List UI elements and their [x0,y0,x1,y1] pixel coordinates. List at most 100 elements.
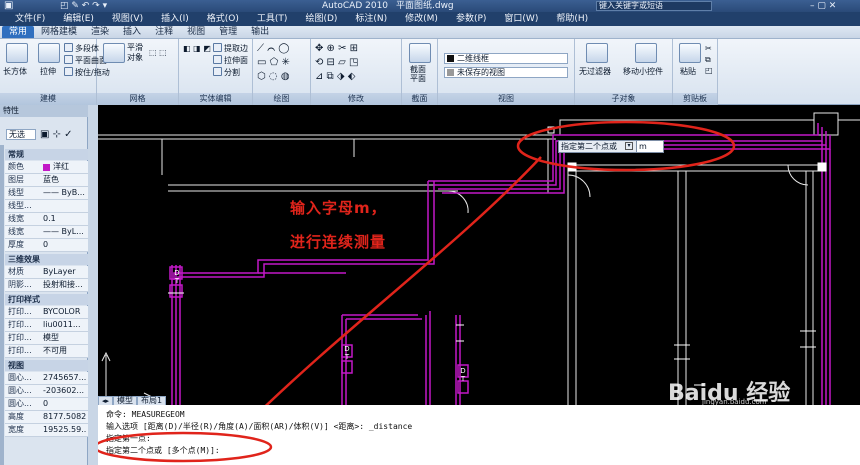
menu-item[interactable]: 格式(O) [198,12,248,26]
panel-label: 绘图 [253,93,310,105]
property-row[interactable]: 高度 8177.5082 [5,411,88,424]
property-row[interactable]: 圆心... 2745657... [5,372,88,385]
property-row[interactable]: 圆心... -203602... [5,385,88,398]
property-row[interactable]: 线宽 0.1 [5,213,88,226]
draw-tools-icons-3[interactable]: ⬡ ◌ ◍ [257,71,290,82]
property-row[interactable]: 圆心... 0 [5,398,88,411]
named-view-select[interactable]: 未保存的视图 [444,67,568,78]
ribbon-tab[interactable]: 常用 [2,26,35,38]
property-row[interactable]: 颜色 洋红 [5,161,88,174]
visual-style-select[interactable]: 二维线框 [444,53,568,64]
property-row[interactable]: 阴影... 投射和接... [5,279,88,292]
highlight-ellipse [98,431,273,463]
menu-item[interactable]: 编辑(E) [54,12,103,26]
window-controls[interactable]: – ▢ ✕ [810,0,836,12]
section-header[interactable]: 常规 [5,149,88,160]
menu-item[interactable]: 绘图(D) [296,12,346,26]
menu-item[interactable]: 参数(P) [447,12,495,26]
section-plane-button[interactable]: 截面平面 [410,65,432,83]
ribbon-tab[interactable]: 视图 [180,26,212,38]
draw-tools-icons[interactable]: ⟋ ⌒ ◯ [257,43,289,54]
ribbon-tab[interactable]: 渲染 [84,26,116,38]
cut-copy-icons[interactable]: ✂ ⧉ ◰ [705,43,713,76]
property-row[interactable]: 打印... BYCOLOR [5,306,88,319]
section-header[interactable]: 三维效果 [5,254,88,265]
property-key: 宽度 [8,425,24,434]
ribbon-tab[interactable]: 网格建模 [34,26,84,38]
property-value: —— ByL... [43,227,84,236]
extrude-button[interactable]: 拉伸 [40,66,56,77]
ribbon-tab[interactable]: 输出 [244,26,276,38]
solid-edit-icons[interactable]: ◧ ◨ ◩ [183,43,211,54]
property-value: 0.1 [43,214,56,223]
modify-tools-icons-2[interactable]: ⟲ ⊟ ▱ ◳ [315,57,358,68]
no-filter-button[interactable]: 无过滤器 [579,66,611,77]
menu-item[interactable]: 窗口(W) [495,12,547,26]
section-plane-icon[interactable] [409,43,431,63]
property-row[interactable]: 线宽 —— ByL... [5,226,88,239]
panel-mesh: 平滑对象 ⬚ ⬚ 网格 [97,39,179,105]
selection-dropdown[interactable]: 无选 [6,129,36,140]
property-value: 8177.5082 [43,412,87,421]
property-value: 蓝色 [43,175,59,184]
smooth-icon[interactable] [103,43,125,63]
drawing-canvas[interactable]: 指定第二个点或 ▾ m 输入字母m， 进行连续测量 D T D T D T Ba… [98,105,860,424]
property-row[interactable]: 线型... [5,200,88,213]
menu-item[interactable]: 文件(F) [6,12,54,26]
ribbon-tab[interactable]: 插入 [116,26,148,38]
quick-access-icons[interactable]: ◰ ✎ ↶ ↷ ▾ [60,0,107,12]
menu-item[interactable]: 视图(V) [103,12,152,26]
property-key: 颜色 [8,162,24,171]
dynamic-input-field[interactable]: m [636,140,664,153]
separate-button[interactable]: 分割 [213,67,240,78]
property-key: 图层 [8,175,24,184]
ribbon-tab[interactable]: 注释 [148,26,180,38]
property-row[interactable]: 打印... 模型 [5,332,88,345]
ribbon-tab[interactable]: 管理 [212,26,244,38]
search-input[interactable]: 键入关键字或短语 [596,1,712,11]
property-value: 不可用 [43,346,67,355]
property-row[interactable]: 打印... 不可用 [5,345,88,358]
mesh-tools-icons[interactable]: ⬚ ⬚ [149,47,167,58]
menu-item[interactable]: 帮助(H) [547,12,597,26]
property-key: 线型... [8,201,32,210]
paste-icon[interactable] [679,43,701,63]
modify-tools-icons[interactable]: ✥ ⊕ ✂ ⊞ [315,43,358,54]
menu-item[interactable]: 修改(M) [396,12,447,26]
menu-item[interactable]: 插入(I) [152,12,198,26]
ribbon-tabs: 常用 网格建模 渲染 插入 注释 视图 管理 输出 [0,26,860,39]
extract-edges-button[interactable]: 提取边 [213,43,248,54]
view-icon [447,69,454,76]
property-value: 0 [43,240,49,249]
panel-label: 建模 [0,93,96,105]
annotation-text-2: 进行连续测量 [290,233,387,251]
property-row[interactable]: 线型 —— ByB... [5,187,88,200]
property-row[interactable]: 宽度 19525.59... [5,424,88,437]
section-header[interactable]: 视图 [5,360,88,371]
polysolid-button[interactable]: 多段体 [64,43,99,54]
annotation-text-1: 输入字母m， [290,199,387,217]
extrude-icon[interactable] [38,43,60,63]
extrude-face-button[interactable]: 拉伸面 [213,55,248,66]
property-row[interactable]: 材质 ByLayer [5,266,88,279]
smooth-button[interactable]: 平滑对象 [127,43,147,63]
draw-tools-icons-2[interactable]: ▭ ⬠ ✳ [257,57,290,68]
move-gizmo-button[interactable]: 移动小控件 [623,66,663,77]
box-button[interactable]: 长方体 [3,66,27,77]
gizmo-icon[interactable] [635,43,657,63]
box-icon[interactable] [6,43,28,63]
palette-side-strip[interactable] [0,145,4,465]
command-line[interactable]: 命令: MEASUREGEOM 输入选项 [距离(D)/半径(R)/角度(A)/… [98,405,860,465]
modify-tools-icons-3[interactable]: ⊿ ⧉ ⬗ ⬖ [315,71,355,82]
menu-item[interactable]: 标注(N) [346,12,396,26]
filter-icon[interactable] [586,43,608,63]
menu-item[interactable]: 工具(T) [248,12,297,26]
quick-select-icons[interactable]: ▣ ⊹ ✓ [40,129,73,140]
property-row[interactable]: 打印... liu0011... [5,319,88,332]
down-arrow-icon[interactable]: ▾ [625,142,633,150]
property-row[interactable]: 厚度 0 [5,239,88,252]
property-row[interactable]: 图层 蓝色 [5,174,88,187]
paste-button[interactable]: 粘贴 [680,66,696,77]
section-header[interactable]: 打印样式 [5,294,88,305]
app-icon[interactable]: ▣ [4,0,13,12]
